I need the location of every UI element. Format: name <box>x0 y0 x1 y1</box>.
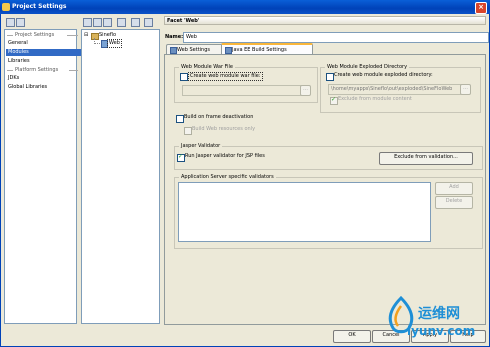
platform-settings-separator: Platform Settings <box>7 67 78 74</box>
tab-web-settings-label: Web Settings <box>177 47 210 53</box>
facet-name-input[interactable]: Web <box>183 32 489 43</box>
copy-icon[interactable] <box>103 18 112 27</box>
tree-node-web[interactable]: Web <box>107 39 122 48</box>
remove-icon[interactable] <box>93 18 102 27</box>
exploded-path-input[interactable]: \home\myapps\Sineflo\out\exploded\SineFl… <box>328 84 463 95</box>
exclude-module-content-checkbox[interactable] <box>330 96 338 105</box>
back-icon[interactable] <box>6 18 15 27</box>
exploded-dir-group-title: Web Module Exploded Directory <box>325 64 410 70</box>
java-ee-tab-icon <box>225 47 232 54</box>
exclude-module-content-label[interactable]: Exclude from module content <box>338 96 412 102</box>
facet-header: Facet 'Web' <box>164 16 486 25</box>
exclude-from-validation-button[interactable]: Exclude from validation... <box>379 152 473 165</box>
settings-item-general[interactable]: General <box>6 40 81 47</box>
validators-list[interactable] <box>178 182 431 242</box>
build-web-resources-only-label[interactable]: Build Web resources only <box>192 126 255 132</box>
collapse-all-icon[interactable] <box>144 18 153 27</box>
build-on-frame-deactivation-checkbox[interactable] <box>176 115 184 123</box>
create-exploded-label[interactable]: Create web module exploded directory: <box>334 72 433 78</box>
jasper-validator-group-title: Jasper Validator <box>179 143 223 149</box>
app-server-validators-group-title: Application Server specific validators <box>179 174 276 180</box>
build-on-frame-deactivation-label[interactable]: Build on frame deactivation <box>184 114 253 120</box>
tree-connector-branch <box>95 43 100 45</box>
run-jasper-label[interactable]: Run Jasper validator for JSP files <box>185 153 265 159</box>
window-title: Project Settings <box>12 3 67 10</box>
build-web-resources-only-checkbox[interactable] <box>184 127 192 135</box>
create-war-checkbox[interactable] <box>180 73 188 81</box>
web-settings-tab-icon <box>170 47 177 54</box>
add-validator-button[interactable]: Add <box>435 182 473 195</box>
exploded-browse-button[interactable]: … <box>460 84 471 95</box>
war-path-input[interactable] <box>182 85 303 96</box>
project-settings-separator: Project Settings <box>7 32 78 39</box>
forward-icon[interactable] <box>16 18 25 27</box>
settings-item-global-libraries[interactable]: Global Libraries <box>6 84 81 91</box>
ok-button[interactable]: OK <box>333 330 371 343</box>
tree-expand-toggle[interactable]: ⊟ <box>84 32 88 38</box>
war-browse-button[interactable]: … <box>300 85 311 96</box>
settings-list: Project Settings General Modules Librari… <box>4 29 81 324</box>
window-title-bar: Project Settings × <box>0 0 490 14</box>
tree-node-sineflo[interactable]: Sineflo <box>99 32 116 39</box>
settings-item-modules[interactable]: Modules <box>6 49 81 56</box>
add-icon[interactable] <box>83 18 92 27</box>
delete-validator-button[interactable]: Delete <box>435 196 473 209</box>
name-label: Name: <box>165 34 184 40</box>
expand-all-icon[interactable] <box>131 18 140 27</box>
create-war-label[interactable]: Create web module war file: <box>188 72 263 81</box>
settings-item-libraries[interactable]: Libraries <box>6 58 81 65</box>
settings-item-jdks[interactable]: JDKs <box>6 75 81 82</box>
find-icon[interactable] <box>117 18 126 27</box>
watermark-cn: 运维网 <box>418 306 460 322</box>
app-icon <box>2 3 10 11</box>
watermark-url: iyunv.com <box>407 324 476 338</box>
module-tree: ⊟ Sineflo Web <box>81 29 160 324</box>
create-exploded-checkbox[interactable] <box>326 73 334 81</box>
close-window-button[interactable]: × <box>475 2 487 14</box>
war-file-group-title: Web Module War File <box>179 64 235 70</box>
run-jasper-checkbox[interactable] <box>177 153 185 162</box>
tab-java-ee-label: Java EE Build Settings <box>232 47 287 53</box>
